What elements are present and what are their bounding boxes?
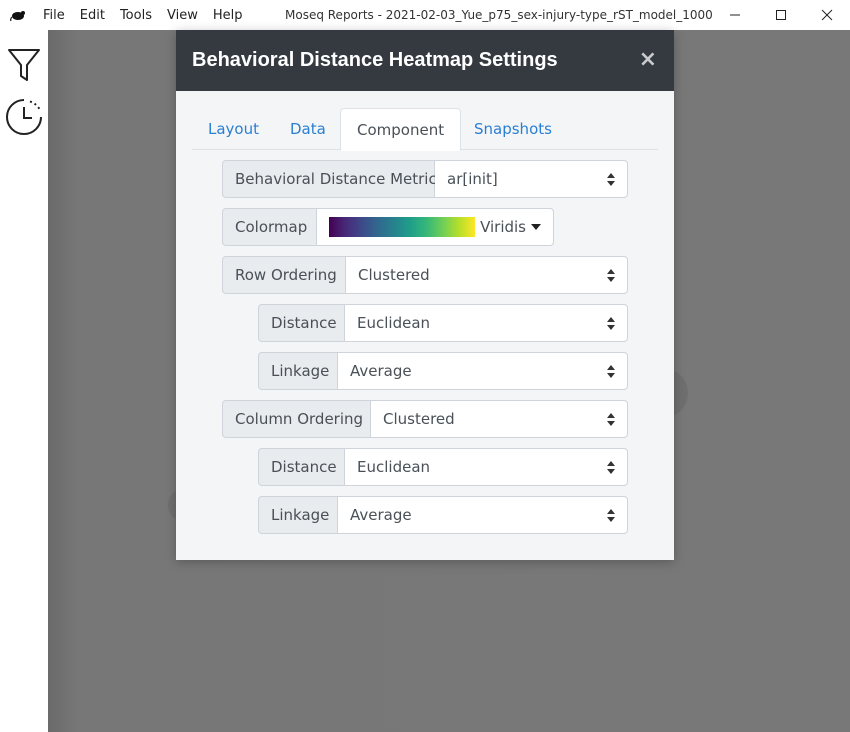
close-window-button[interactable]	[804, 0, 850, 30]
row-linkage-value: Average	[350, 362, 412, 380]
column-distance-row: Distance Euclidean	[258, 448, 628, 486]
history-button[interactable]	[4, 96, 44, 136]
modal-close-button[interactable]: ×	[639, 49, 657, 71]
menu-tools[interactable]: Tools	[120, 8, 152, 23]
select-arrows-icon	[607, 173, 615, 186]
filter-button[interactable]	[4, 46, 44, 86]
maximize-button[interactable]	[758, 0, 804, 30]
column-linkage-row: Linkage Average	[258, 496, 628, 534]
app-mouse-icon	[10, 11, 25, 22]
row-distance-select[interactable]: Euclidean	[345, 304, 628, 342]
menu-view[interactable]: View	[167, 8, 198, 23]
column-distance-select[interactable]: Euclidean	[345, 448, 628, 486]
select-arrows-icon	[607, 317, 615, 330]
tab-snapshots[interactable]: Snapshots	[458, 108, 568, 150]
row-distance-value: Euclidean	[357, 314, 431, 332]
modal-header: Behavioral Distance Heatmap Settings ×	[176, 30, 674, 91]
column-linkage-label: Linkage	[258, 496, 338, 534]
row-ordering-value: Clustered	[358, 266, 430, 284]
minimize-button[interactable]	[712, 0, 758, 30]
tab-layout[interactable]: Layout	[192, 108, 275, 150]
column-distance-value: Euclidean	[357, 458, 431, 476]
row-ordering-row: Row Ordering Clustered	[222, 256, 628, 294]
metric-select[interactable]: ar[init]	[435, 160, 628, 198]
colormap-row: Colormap Viridis	[222, 208, 554, 246]
modal-title: Behavioral Distance Heatmap Settings	[192, 49, 558, 71]
row-distance-row: Distance Euclidean	[258, 304, 628, 342]
colormap-gradient-swatch	[329, 217, 476, 237]
row-ordering-select[interactable]: Clustered	[346, 256, 628, 294]
minimize-icon	[730, 14, 740, 16]
row-ordering-label: Row Ordering	[222, 256, 346, 294]
row-linkage-row: Linkage Average	[258, 352, 628, 390]
row-linkage-select[interactable]: Average	[338, 352, 628, 390]
menu-help[interactable]: Help	[213, 8, 243, 23]
tab-component[interactable]: Component	[340, 108, 462, 151]
column-linkage-select[interactable]: Average	[338, 496, 628, 534]
maximize-icon	[776, 10, 786, 20]
row-linkage-label: Linkage	[258, 352, 338, 390]
row-distance-label: Distance	[258, 304, 345, 342]
left-toolbar	[0, 30, 48, 732]
select-arrows-icon	[607, 461, 615, 474]
filter-icon	[8, 49, 40, 81]
metric-value: ar[init]	[447, 170, 498, 188]
column-ordering-value: Clustered	[383, 410, 455, 428]
caret-down-icon	[531, 224, 541, 230]
colormap-dropdown[interactable]: Viridis	[317, 208, 554, 246]
menu-edit[interactable]: Edit	[80, 8, 105, 23]
select-arrows-icon	[607, 269, 615, 282]
settings-modal: Behavioral Distance Heatmap Settings × L…	[176, 30, 674, 560]
colormap-value: Viridis	[480, 218, 526, 236]
column-ordering-label: Column Ordering	[222, 400, 371, 438]
select-arrows-icon	[607, 413, 615, 426]
history-clock-icon	[6, 99, 42, 135]
colormap-label: Colormap	[222, 208, 317, 246]
metric-row: Behavioral Distance Metric ar[init]	[222, 160, 628, 198]
column-ordering-select[interactable]: Clustered	[371, 400, 628, 438]
close-icon	[821, 9, 833, 21]
column-linkage-value: Average	[350, 506, 412, 524]
tab-bar: Layout Data Component Snapshots	[192, 108, 658, 151]
select-arrows-icon	[607, 509, 615, 522]
title-bar: File Edit Tools View Help Moseq Reports …	[0, 0, 850, 30]
window-title: Moseq Reports - 2021-02-03_Yue_p75_sex-i…	[285, 8, 713, 22]
select-arrows-icon	[607, 365, 615, 378]
metric-label: Behavioral Distance Metric	[222, 160, 437, 198]
tab-data[interactable]: Data	[274, 108, 342, 150]
column-distance-label: Distance	[258, 448, 345, 486]
menu-file[interactable]: File	[43, 8, 65, 23]
column-ordering-row: Column Ordering Clustered	[222, 400, 628, 438]
menu-bar: File Edit Tools View Help	[43, 0, 257, 30]
